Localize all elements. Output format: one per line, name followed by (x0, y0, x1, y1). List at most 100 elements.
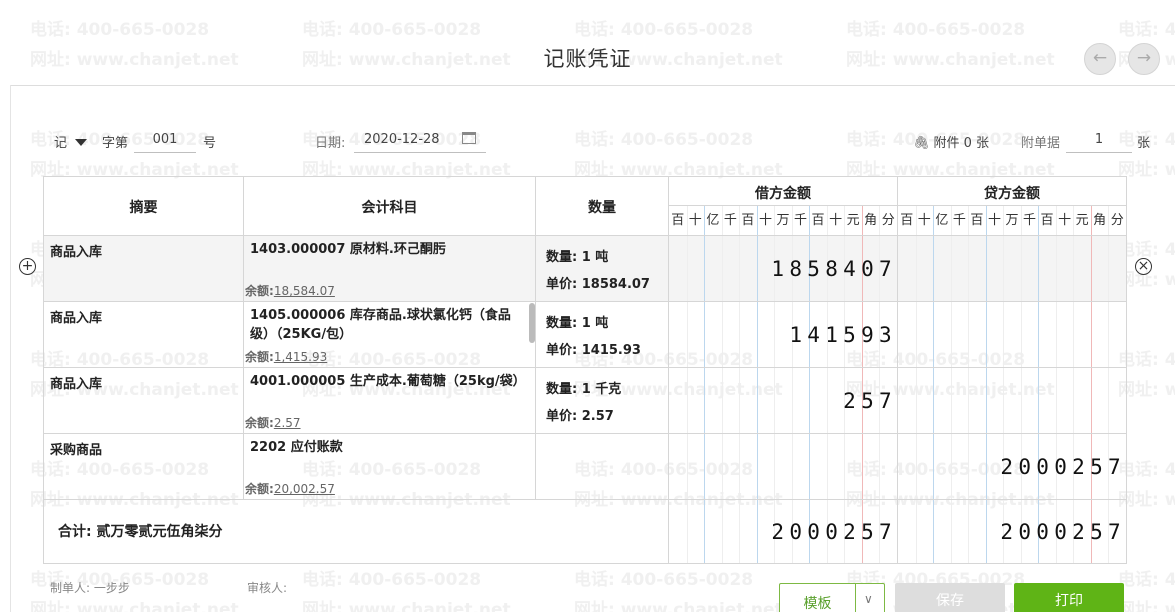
digit-column-line (1108, 205, 1110, 563)
total-amount-words: 合计: 贰万零贰元伍角柒分 (58, 524, 223, 540)
save-button[interactable]: 保存 (895, 583, 1005, 612)
debit-digit-header: 百 (741, 213, 755, 228)
digit-column-line (1073, 205, 1075, 563)
credit-digit-header: 千 (1023, 213, 1037, 228)
debit-digit-header: 亿 (706, 213, 720, 228)
row-price[interactable]: 单价: 18584.07 (546, 273, 650, 292)
row-debit-amount[interactable]: 1858407 (669, 257, 897, 281)
col-divider (668, 177, 669, 563)
credit-digit-header: 亿 (935, 213, 949, 228)
prev-voucher-button[interactable]: ← (1084, 43, 1116, 75)
digit-column-line (1038, 205, 1040, 563)
row-summary[interactable]: 商品入库 (50, 307, 102, 326)
row-divider (44, 367, 1126, 368)
doc-count-unit: 张 (1137, 136, 1151, 151)
credit-digit-header: 千 (952, 213, 966, 228)
debit-digit-header: 千 (723, 213, 737, 228)
debit-digit-header: 万 (776, 213, 790, 228)
digit-column-line (1003, 205, 1005, 563)
col-account-header: 会计科目 (361, 200, 418, 216)
total-debit-amount: 2000257 (771, 520, 897, 544)
digit-column-line (1090, 205, 1092, 563)
watermark-tile: 电话: 400-665-0028网址: www.chanjet.net (1118, 570, 1175, 612)
row-qty[interactable]: 数量: 1 吨 (546, 312, 608, 331)
watermark-tile: 电话: 400-665-0028网址: www.chanjet.net (302, 570, 511, 612)
debit-digit-header: 百 (811, 213, 825, 228)
row-account[interactable]: 1405.000006 库存商品.球状氯化钙（食品级）（25KG/包） (250, 306, 525, 344)
attachment-label: 附件 0 张 (933, 136, 990, 151)
row-balance: 余额:18,584.07 (245, 284, 335, 298)
col-summary-header: 摘要 (129, 200, 158, 216)
page-title: 记账凭证 (543, 47, 632, 71)
debit-digit-header: 千 (794, 213, 808, 228)
row-debit-amount[interactable]: 141593 (669, 323, 897, 347)
col-divider (897, 177, 898, 563)
arrow-right-icon: → (1136, 48, 1152, 68)
row-summary[interactable]: 采购商品 (50, 439, 102, 458)
digit-column-line (968, 205, 970, 563)
row-debit-amount[interactable]: 257 (669, 389, 897, 413)
debit-digit-header: 角 (864, 213, 878, 228)
debit-digit-header: 十 (758, 213, 772, 228)
account-scrollbar[interactable] (529, 303, 535, 343)
row-price[interactable]: 单价: 2.57 (546, 405, 614, 424)
delete-row-icon[interactable]: × (1135, 258, 1152, 275)
digit-column-line (950, 205, 952, 563)
row-qty[interactable]: 数量: 1 千克 (546, 378, 621, 397)
arrow-left-icon: ← (1092, 48, 1108, 68)
col-divider (243, 177, 244, 499)
row-divider (44, 433, 1126, 434)
date-value: 2020-12-28 (364, 132, 440, 147)
row-account[interactable]: 4001.000005 生产成本.葡萄糖（25kg/袋） (250, 372, 530, 391)
row-account[interactable]: 2202 应付账款 (250, 438, 530, 457)
doc-count-input[interactable]: 1 (1066, 132, 1132, 153)
col-quantity-header: 数量 (588, 200, 616, 216)
voucher-type-select[interactable]: 记 (54, 132, 88, 151)
panel-top-border (10, 85, 1175, 86)
row-balance: 余额:20,002.57 (245, 482, 335, 496)
total-credit-amount: 2000257 (1000, 520, 1126, 544)
debit-digit-header: 十 (829, 213, 843, 228)
row-account[interactable]: 1403.000007 原材料.环己酮肟 (250, 240, 530, 259)
row-qty[interactable]: 数量: 1 吨 (546, 246, 608, 265)
debit-digit-header: 元 (846, 213, 860, 228)
caret-down-icon (75, 139, 88, 146)
digit-column-line (985, 205, 987, 563)
row-credit-amount[interactable]: 2000257 (898, 455, 1126, 479)
attachment-link[interactable]: 🖇 附件 0 张 (913, 132, 989, 151)
date-input[interactable]: 2020-12-28 (354, 132, 486, 153)
doc-count-label: 附单据 (1021, 136, 1061, 151)
credit-digit-header: 万 (1005, 213, 1019, 228)
row-summary[interactable]: 商品入库 (50, 241, 102, 260)
col-credit-header: 贷方金额 (984, 186, 1040, 202)
col-debit-header: 借方金额 (755, 186, 811, 202)
row-balance: 余额:2.57 (245, 416, 301, 430)
add-row-icon[interactable]: + (19, 258, 36, 275)
paperclip-icon: 🖇 (913, 136, 930, 151)
debit-digit-header: 百 (671, 213, 685, 228)
next-voucher-button[interactable]: → (1128, 43, 1160, 75)
date-label: 日期: (315, 136, 346, 151)
print-button[interactable]: 打印 (1014, 583, 1124, 612)
voucher-number-input[interactable]: 001 (134, 132, 196, 153)
watermark-tile: 电话: 400-665-0028网址: www.chanjet.net (574, 570, 783, 612)
credit-digit-header: 百 (900, 213, 914, 228)
credit-digit-header: 百 (1040, 213, 1054, 228)
row-balance: 余额:1,415.93 (245, 350, 328, 364)
credit-digit-header: 元 (1075, 213, 1089, 228)
row-summary[interactable]: 商品入库 (50, 373, 102, 392)
credit-digit-header: 十 (987, 213, 1001, 228)
credit-digit-header: 十 (1058, 213, 1072, 228)
row-price[interactable]: 单价: 1415.93 (546, 339, 641, 358)
chevron-down-icon[interactable]: ∨ (864, 592, 873, 606)
reviewer-label: 审核人: (247, 581, 288, 595)
maker-label: 制单人: 一步步 (50, 581, 130, 595)
calendar-icon[interactable] (461, 132, 476, 144)
template-button[interactable]: 模板 ∨ (779, 583, 885, 612)
credit-digit-header: 百 (970, 213, 984, 228)
voucher-table: 摘要 会计科目 数量 借方金额 贷方金额 百十亿千百十万千百十元角分百十亿千百十… (43, 176, 1127, 564)
credit-digit-header: 分 (1110, 213, 1124, 228)
digit-column-line (915, 205, 917, 563)
credit-digit-header: 角 (1093, 213, 1107, 228)
template-button-label: 模板 (803, 596, 832, 612)
